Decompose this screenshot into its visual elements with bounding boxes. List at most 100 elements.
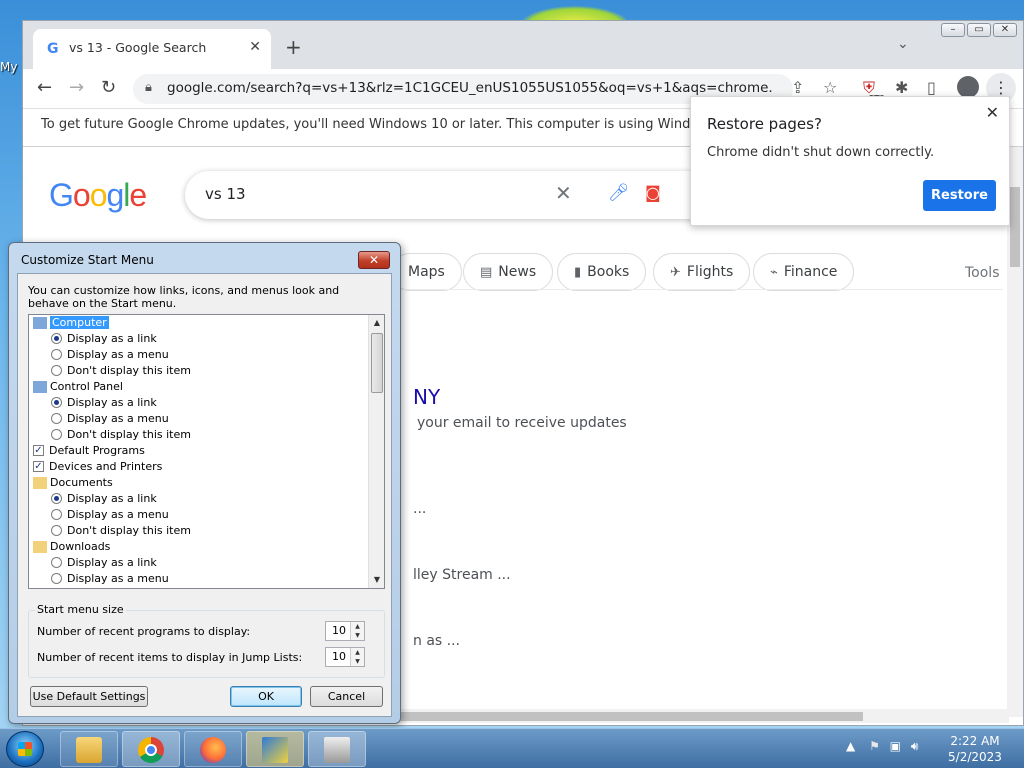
tree-scrollbar[interactable]: ▲ ▼ <box>368 315 384 588</box>
horizontal-scrollbar[interactable] <box>393 709 1009 723</box>
voice-search-icon[interactable]: 🎤︎ <box>608 183 630 203</box>
tree-category-item[interactable]: Control Panel <box>29 379 369 395</box>
bookmark-star-icon[interactable]: ☆ <box>823 78 837 97</box>
start-button[interactable] <box>6 731 44 767</box>
forward-arrow-icon[interactable]: → <box>69 77 84 98</box>
back-arrow-icon[interactable]: ← <box>37 77 52 98</box>
tree-scroll-thumb[interactable] <box>371 333 383 393</box>
flag-icon[interactable]: ⚑ <box>869 739 880 753</box>
radio-button[interactable] <box>51 508 62 520</box>
radio-button[interactable] <box>51 428 62 440</box>
reload-icon[interactable]: ↻ <box>101 77 116 98</box>
tree-items: Computer Display as a link Display as a me… <box>29 315 369 587</box>
tree-radio-option[interactable]: Don't display this item <box>29 523 369 539</box>
chip-flights[interactable]: ✈ Flights <box>653 253 751 291</box>
tab-close-icon[interactable]: ✕ <box>249 39 261 55</box>
tree-radio-option[interactable]: Display as a menu <box>29 507 369 523</box>
horizontal-scroll-thumb[interactable] <box>393 712 863 721</box>
network-icon[interactable]: ▣ <box>890 739 901 753</box>
checkbox[interactable]: ✓ <box>33 460 44 472</box>
result-title-fragment[interactable]: NY <box>413 385 440 409</box>
address-url[interactable]: google.com/search?q=vs+13&rlz=1C1GCEU_en… <box>167 80 773 96</box>
cancel-button[interactable]: Cancel <box>310 686 383 707</box>
radio-button[interactable] <box>51 524 62 536</box>
taskbar-start-menu-properties[interactable] <box>308 731 366 767</box>
close-popup-icon[interactable]: ✕ <box>986 103 999 122</box>
use-default-settings-button[interactable]: Use Default Settings <box>30 686 148 707</box>
chip-news[interactable]: ▤ News <box>463 253 554 291</box>
radio-button[interactable] <box>51 348 62 360</box>
result-snippet-fragment: lley Stream ... <box>413 567 511 583</box>
radio-button[interactable] <box>51 396 62 408</box>
radio-button[interactable] <box>51 412 62 424</box>
radio-button[interactable] <box>51 556 62 568</box>
lock-icon[interactable]: 🔒︎ <box>145 80 152 95</box>
page-scrollbar[interactable] <box>1007 147 1023 717</box>
browser-tab[interactable]: G vs 13 - Google Search ✕ <box>33 29 271 69</box>
chip-books[interactable]: ▮ Books <box>557 253 647 291</box>
tree-checkbox-item[interactable]: ✓ Devices and Printers <box>29 459 369 475</box>
tree-radio-option[interactable]: Don't display this item <box>29 363 369 379</box>
search-box[interactable]: vs 13 ✕ 🎤︎ ◙ <box>185 171 745 219</box>
tree-radio-option[interactable]: Display as a link <box>29 331 369 347</box>
tree-category-item[interactable]: Documents <box>29 475 369 491</box>
minimize-button[interactable]: – <box>941 23 965 37</box>
stepper-arrows-icon[interactable]: ▲ ▼ <box>350 648 364 666</box>
share-icon[interactable]: ⇪ <box>791 78 804 97</box>
new-tab-icon[interactable]: + <box>285 35 302 59</box>
clock[interactable]: 2:22 AM 5/2/2023 <box>940 733 1010 765</box>
tray-chevron-icon[interactable]: ▲ <box>846 739 855 753</box>
dialog-description: You can customize how links, icons, and … <box>28 284 340 310</box>
desktop-icon-label[interactable]: My <box>0 60 17 74</box>
clear-search-icon[interactable]: ✕ <box>555 181 572 205</box>
dialog-close-button[interactable]: ✕ <box>358 251 390 269</box>
tools-button[interactable]: Tools <box>965 265 1000 281</box>
tree-category-item[interactable]: Computer <box>29 315 369 331</box>
taskbar-firefox[interactable] <box>184 731 242 767</box>
lens-camera-icon[interactable]: ◙ <box>645 183 661 202</box>
tree-category-item[interactable]: Downloads <box>29 539 369 555</box>
extensions-puzzle-icon[interactable]: ✱ <box>895 78 908 97</box>
taskbar-explorer[interactable] <box>60 731 118 767</box>
system-tray[interactable]: ▲ ⚑ ▣ 🔊︎ <box>846 739 918 754</box>
google-logo[interactable]: Google <box>49 177 147 214</box>
page-scroll-thumb[interactable] <box>1010 187 1020 267</box>
radio-button[interactable] <box>51 364 62 376</box>
scroll-up-arrow-icon[interactable]: ▲ <box>369 315 384 331</box>
chip-finance[interactable]: ⌁ Finance <box>753 253 855 291</box>
radio-button[interactable] <box>51 492 62 504</box>
radio-button[interactable] <box>51 572 62 584</box>
tree-radio-option[interactable]: Display as a link <box>29 555 369 571</box>
folder-icon <box>76 737 102 763</box>
tree-radio-option[interactable]: Display as a menu <box>29 571 369 587</box>
scroll-down-arrow-icon[interactable]: ▼ <box>369 572 384 588</box>
tab-title: vs 13 - Google Search <box>69 40 207 55</box>
taskbar-app[interactable] <box>246 731 304 767</box>
control-panel-icon <box>33 381 47 393</box>
recent-items-stepper[interactable]: 10 ▲ ▼ <box>325 647 365 667</box>
taskbar-chrome[interactable] <box>122 731 180 767</box>
start-menu-items-tree[interactable]: Computer Display as a link Display as a me… <box>28 314 385 589</box>
tree-radio-option[interactable]: Display as a link <box>29 395 369 411</box>
tab-search-chevron-icon[interactable]: ⌄ <box>897 36 909 52</box>
restore-button[interactable]: Restore <box>923 180 996 211</box>
tree-radio-option[interactable]: Display as a menu <box>29 411 369 427</box>
tree-checkbox-item[interactable]: ✓ Default Programs <box>29 443 369 459</box>
stepper-arrows-icon[interactable]: ▲ ▼ <box>350 622 364 640</box>
ok-button[interactable]: OK <box>230 686 302 707</box>
tree-radio-option[interactable]: Don't display this item <box>29 427 369 443</box>
tree-radio-option[interactable]: Display as a menu <box>29 347 369 363</box>
close-window-button[interactable]: ✕ <box>993 23 1017 37</box>
maximize-button[interactable]: ▭ <box>967 23 991 37</box>
documents-icon <box>33 477 47 489</box>
search-query[interactable]: vs 13 <box>205 185 246 203</box>
side-panel-icon[interactable]: ▯ <box>927 78 936 97</box>
recent-programs-stepper[interactable]: 10 ▲ ▼ <box>325 621 365 641</box>
volume-icon[interactable]: 🔊︎ <box>911 739 919 753</box>
tree-radio-option[interactable]: Display as a link <box>29 491 369 507</box>
chip-maps[interactable]: Maps <box>391 253 462 291</box>
firefox-icon <box>200 737 226 763</box>
radio-button[interactable] <box>51 332 62 344</box>
profile-avatar[interactable] <box>957 76 979 98</box>
checkbox[interactable]: ✓ <box>33 444 44 456</box>
